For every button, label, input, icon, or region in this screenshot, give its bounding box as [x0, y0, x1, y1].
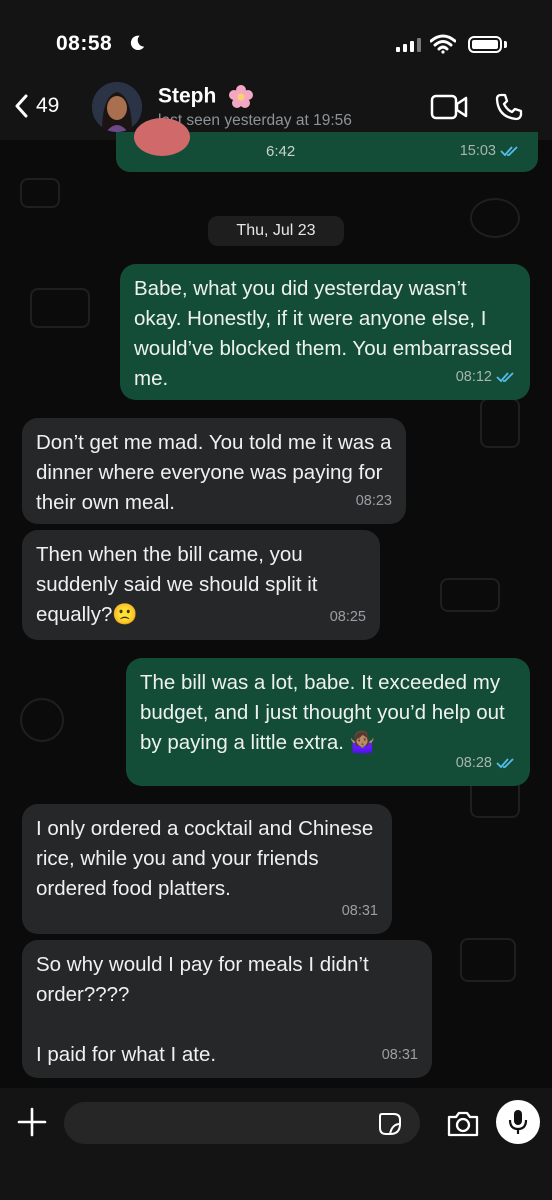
message-bubble-incoming[interactable]: Then when the bill came, you suddenly sa…: [22, 530, 380, 640]
message-meta: 08:23: [356, 486, 392, 516]
message-time: 08:23: [355, 493, 392, 509]
microphone-icon: [508, 1110, 528, 1134]
moon-icon: [130, 35, 145, 51]
phone-icon[interactable]: [494, 92, 524, 122]
read-ticks-icon: [496, 372, 514, 383]
previous-voice-message[interactable]: 6:42 15:03: [116, 118, 538, 172]
message-time: 08:28: [455, 755, 492, 771]
signal-icon: [396, 38, 421, 52]
message-meta: 15:03: [460, 143, 520, 159]
microphone-button[interactable]: [496, 1100, 540, 1144]
contact-name: Steph: [158, 84, 217, 108]
sticker-icon[interactable]: [378, 1112, 402, 1136]
flower-emoji-icon: [229, 85, 254, 108]
message-input[interactable]: [64, 1102, 420, 1144]
message-meta: 08:25: [330, 602, 366, 632]
date-divider: Thu, Jul 23: [208, 216, 344, 246]
voice-duration: 6:42: [266, 143, 296, 160]
message-time: 15:03: [459, 143, 496, 159]
avatar-image: [92, 82, 142, 132]
message-time: 08:25: [329, 609, 366, 625]
back-button[interactable]: 49: [8, 86, 65, 126]
plus-icon[interactable]: [16, 1106, 48, 1138]
message-bubble-outgoing[interactable]: The bill was a lot, babe. It exceeded my…: [126, 658, 530, 786]
message-bubble-incoming[interactable]: I only ordered a cocktail and Chinese ri…: [22, 804, 392, 934]
message-composer: [0, 1088, 552, 1200]
battery-icon: [468, 36, 502, 53]
camera-icon[interactable]: [446, 1110, 480, 1138]
message-meta: 08:28: [456, 748, 516, 778]
message-bubble-incoming[interactable]: Don’t get me mad. You told me it was a d…: [22, 418, 406, 524]
message-text: I only ordered a cocktail and Chinese ri…: [36, 817, 380, 900]
message-time: 08:31: [381, 1047, 418, 1063]
back-chevron-icon: [15, 94, 28, 118]
contact-avatar[interactable]: [92, 82, 142, 132]
message-meta: 08:31: [342, 896, 378, 926]
message-meta: 08:31: [382, 1040, 418, 1070]
message-time: 08:12: [455, 369, 492, 385]
unread-count: 49: [36, 94, 60, 117]
read-ticks-icon: [496, 758, 514, 769]
message-time: 08:31: [341, 903, 378, 919]
wifi-icon: [430, 34, 456, 54]
message-text: The bill was a lot, babe. It exceeded my…: [140, 671, 511, 754]
message-text: Don’t get me mad. You told me it was a d…: [36, 431, 398, 514]
read-ticks-icon: [500, 146, 518, 157]
message-text: So why would I pay for meals I didn’t or…: [36, 953, 369, 1066]
message-bubble-outgoing[interactable]: Babe, what you did yesterday wasn’t okay…: [120, 264, 530, 400]
message-bubble-incoming[interactable]: So why would I pay for meals I didn’t or…: [22, 940, 432, 1078]
battery-cap: [504, 41, 507, 48]
status-bar: 08:58: [0, 0, 552, 80]
chat-header: 49 Steph last seen yesterday at 19:56: [0, 70, 552, 140]
message-meta: 08:12: [456, 362, 516, 392]
contact-name-row[interactable]: Steph: [158, 84, 254, 110]
video-call-icon[interactable]: [430, 94, 468, 120]
voice-avatar: [134, 118, 190, 156]
last-seen-status: last seen yesterday at 19:56: [158, 112, 352, 129]
status-time: 08:58: [56, 32, 113, 55]
message-text: Then when the bill came, you suddenly sa…: [36, 543, 324, 626]
